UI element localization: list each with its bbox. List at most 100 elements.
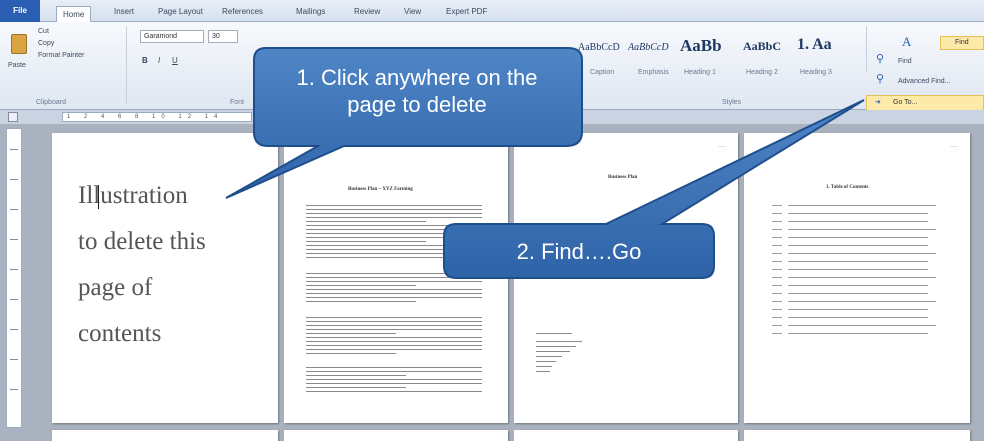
- advanced-find-menu-item[interactable]: Advanced Find...: [898, 78, 951, 85]
- text-line: [306, 273, 482, 274]
- tab-file[interactable]: File: [0, 0, 40, 22]
- text-line: [772, 253, 782, 254]
- text-line: [306, 301, 416, 302]
- style-heading3-sample[interactable]: 1. Aa: [797, 36, 832, 54]
- text-line: [788, 229, 936, 230]
- find-button-top[interactable]: Find: [940, 36, 984, 50]
- tab-home[interactable]: Home: [56, 6, 92, 23]
- font-name-value: Garamond: [144, 33, 178, 40]
- text-line: [306, 345, 482, 346]
- text-line: [772, 325, 782, 326]
- font-name-select[interactable]: Garamond: [140, 30, 204, 43]
- text-line: [788, 277, 936, 278]
- page-5[interactable]: [52, 430, 278, 441]
- tab-mailings[interactable]: Mailings: [290, 4, 331, 20]
- text-line: [306, 379, 482, 380]
- text-line: [536, 371, 550, 372]
- text-line: [306, 325, 482, 326]
- page-4[interactable]: ―― 1. Table of Contents: [744, 133, 970, 423]
- italic-button[interactable]: I: [158, 56, 160, 65]
- page-1[interactable]: ―― Illustration to delete this page of c…: [52, 133, 278, 423]
- text-line: [788, 253, 936, 254]
- goto-menu-item[interactable]: ➜ Go To...: [866, 95, 984, 111]
- text-line: [306, 353, 396, 354]
- text-line: [306, 371, 482, 372]
- text-cursor: [98, 185, 99, 209]
- text-line: [772, 317, 782, 318]
- tab-page-layout[interactable]: Page Layout: [152, 4, 209, 20]
- page-header: ――: [488, 143, 496, 148]
- separator: [866, 26, 867, 72]
- page-8[interactable]: [744, 430, 970, 441]
- style-heading1-name: Heading 1: [684, 69, 716, 76]
- ruler-tick: [10, 269, 18, 270]
- page-1-line: to delete this: [78, 228, 206, 255]
- format-painter-button[interactable]: Format Painter: [38, 52, 84, 59]
- text-line: [306, 285, 416, 286]
- text-line: [306, 217, 482, 218]
- style-emphasis-sample[interactable]: AaBbCcD: [628, 42, 669, 53]
- tab-expert-pdf[interactable]: Expert PDF: [440, 4, 493, 20]
- page-6[interactable]: [284, 430, 508, 441]
- text-line: [788, 309, 928, 310]
- text-line: [772, 301, 782, 302]
- text-line: [536, 366, 552, 367]
- text-line: [306, 341, 482, 342]
- text-line: [772, 333, 782, 334]
- paste-button[interactable]: Paste: [6, 30, 32, 76]
- text-line: [788, 293, 928, 294]
- copy-button[interactable]: Copy: [38, 40, 54, 47]
- callout-1-text: 1. Click anywhere on the page to delete: [296, 65, 538, 117]
- arrow-right-icon: ➜: [875, 99, 881, 106]
- ribbon-tab-bar: File Home Insert Page Layout References …: [0, 0, 984, 23]
- text-line: [306, 205, 482, 206]
- text-line: [306, 229, 482, 230]
- style-heading1-sample[interactable]: AaBb: [680, 36, 722, 56]
- text-line: [306, 293, 482, 294]
- text-line: [306, 383, 482, 384]
- text-line: [536, 356, 562, 357]
- text-line: [306, 387, 406, 388]
- text-line: [536, 351, 570, 352]
- text-line: [788, 261, 928, 262]
- change-styles-icon[interactable]: A: [902, 34, 911, 50]
- text-line: [536, 333, 572, 334]
- text-line: [772, 213, 782, 214]
- text-line: [306, 391, 482, 392]
- text-line: [772, 309, 782, 310]
- ruler-tick: [10, 149, 18, 150]
- text-line: [788, 301, 936, 302]
- cut-button[interactable]: Cut: [38, 28, 49, 35]
- style-heading2-sample[interactable]: AaBbC: [743, 39, 781, 54]
- vertical-ruler[interactable]: [6, 128, 22, 428]
- page-7[interactable]: [514, 430, 738, 441]
- text-line: [306, 241, 426, 242]
- tab-view[interactable]: View: [398, 4, 427, 20]
- binoculars-advanced-icon: ⚲: [876, 73, 885, 85]
- text-line: [536, 341, 582, 342]
- underline-button[interactable]: U: [172, 56, 178, 65]
- find-menu-item[interactable]: Find: [898, 58, 912, 65]
- page-2[interactable]: ―― Business Plan – XYZ Farming: [284, 133, 508, 423]
- ruler-tick: [10, 209, 18, 210]
- page-4-title: 1. Table of Contents: [826, 185, 869, 190]
- tab-insert[interactable]: Insert: [108, 4, 140, 20]
- page-3[interactable]: ―― Business Plan: [514, 133, 738, 423]
- tab-review[interactable]: Review: [348, 4, 386, 20]
- text-line: [772, 269, 782, 270]
- text-line: [306, 225, 482, 226]
- tab-references[interactable]: References: [216, 4, 269, 20]
- page-header: ――: [258, 143, 266, 148]
- style-caption-sample[interactable]: AaBbCcD: [578, 42, 620, 53]
- text-line: [772, 285, 782, 286]
- paste-label: Paste: [8, 62, 26, 69]
- text-line: [772, 245, 782, 246]
- page-header: ――: [950, 143, 958, 148]
- text-line: [306, 209, 482, 210]
- page-header: ――: [718, 143, 726, 148]
- ruler-corner-icon[interactable]: [8, 112, 18, 122]
- callout-2-text: 2. Find….Go: [516, 239, 642, 264]
- bold-button[interactable]: B: [142, 56, 148, 65]
- font-size-select[interactable]: 30: [208, 30, 238, 43]
- ruler-tick: [10, 239, 18, 240]
